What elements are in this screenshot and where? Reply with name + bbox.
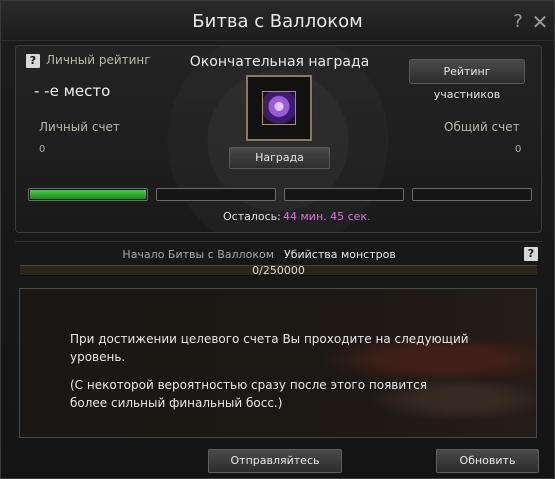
total-score-value: 0 <box>515 144 522 155</box>
stage-bar-4 <box>412 188 532 201</box>
refresh-button[interactable]: Обновить <box>436 449 539 473</box>
tab-monster-kills[interactable]: Убийства монстров <box>284 248 396 261</box>
info-text-line: уровень. <box>70 350 126 364</box>
close-icon[interactable]: ✕ <box>531 11 549 33</box>
participants-rating-button[interactable]: Рейтинг участников <box>409 59 525 101</box>
go-button[interactable]: Отправляйтесь <box>208 449 342 473</box>
title-bar[interactable]: Битва с Валлоком ? ✕ <box>1 1 554 41</box>
reward-slot[interactable] <box>246 75 312 141</box>
purple-crystal-icon[interactable] <box>262 91 296 125</box>
reward-button[interactable]: Награда <box>229 147 330 169</box>
personal-score-value: 0 <box>39 144 46 155</box>
tab-battle-start[interactable]: Начало Битвы с Валлоком <box>61 248 274 261</box>
place-value: - -е место <box>34 82 111 100</box>
remaining-time: 44 мин. 45 сек. <box>283 210 371 223</box>
vallok-battle-window: Битва с Валлоком ? ✕ ? Личный рейтинг - … <box>0 0 555 479</box>
progress-help-icon[interactable]: ? <box>524 247 538 261</box>
info-text-line: (С некоторой вероятностью сразу после эт… <box>70 378 427 392</box>
rating-panel: ? Личный рейтинг - -е место Окончательна… <box>15 45 542 233</box>
info-text-line: При достижении целевого счета Вы проходи… <box>70 332 469 346</box>
stage-bar-3 <box>284 188 404 201</box>
info-text-line: более сильный финальный босс.) <box>70 396 283 410</box>
help-icon[interactable]: ? <box>510 11 526 33</box>
total-score-label: Общий счет <box>444 120 520 134</box>
personal-score-label: Личный счет <box>39 120 120 134</box>
stage-bar-2 <box>156 188 276 201</box>
section-divider <box>15 241 542 242</box>
stage-bar-1 <box>28 188 148 201</box>
stage-fill <box>30 190 146 199</box>
info-panel: При достижении целевого счета Вы проходи… <box>19 288 537 438</box>
remaining-label: Осталось: <box>223 210 281 223</box>
kill-progress-text: 0/250000 <box>252 264 305 277</box>
window-title: Битва с Валлоком <box>192 11 363 32</box>
